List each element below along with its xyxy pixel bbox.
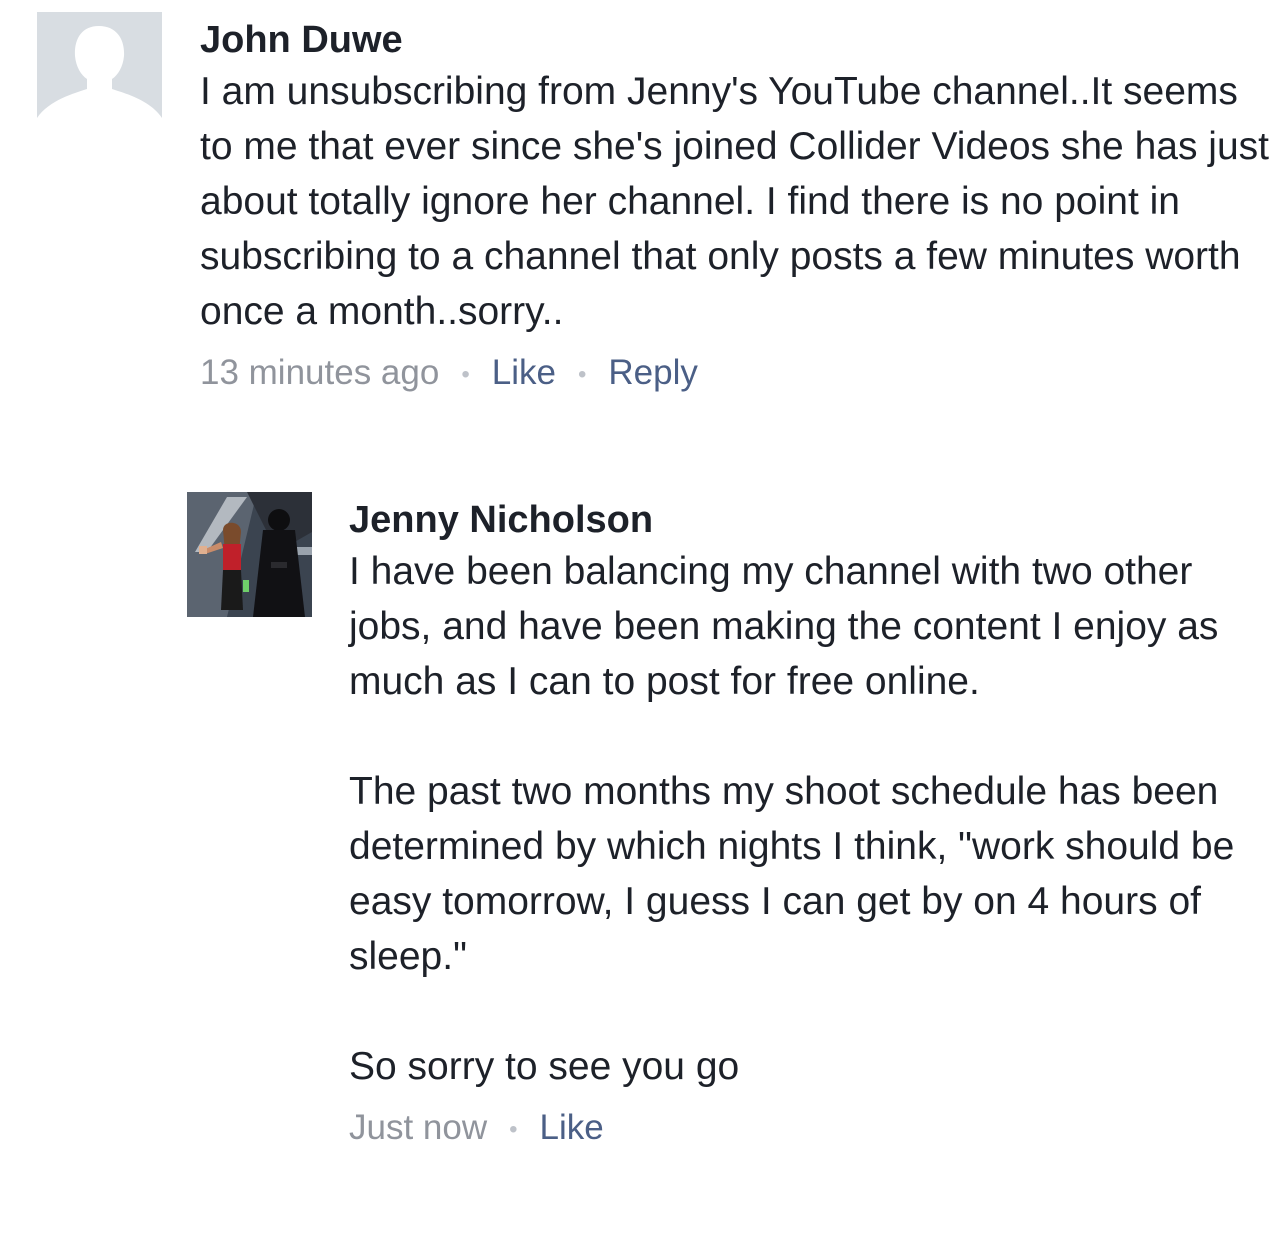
comment-text: I am unsubscribing from Jenny's YouTube … [200, 70, 1269, 333]
comment-timestamp[interactable]: Just now [349, 1108, 487, 1147]
like-link[interactable]: Like [540, 1108, 604, 1147]
comment-author[interactable]: Jenny Nicholson [349, 496, 1259, 544]
avatar[interactable] [187, 492, 312, 617]
like-link[interactable]: Like [492, 353, 556, 392]
comment-author[interactable]: John Duwe [200, 16, 1270, 64]
comment-timestamp[interactable]: 13 minutes ago [200, 353, 439, 392]
default-profile-silhouette-icon [37, 12, 162, 137]
separator-dot: • [577, 360, 587, 388]
comment-text: I have been balancing my channel with tw… [349, 550, 1235, 1088]
comment-body: John Duwe I am unsubscribing from Jenny'… [200, 16, 1270, 399]
comment-body: Jenny Nicholson I have been balancing my… [349, 496, 1259, 1154]
separator-dot: • [461, 360, 470, 388]
separator-dot: • [509, 1115, 518, 1143]
avatar[interactable] [37, 12, 162, 137]
reply-link[interactable]: Reply [608, 353, 697, 392]
comment-meta: 13 minutes ago • Like • Reply [200, 349, 1270, 399]
comment-meta: Just now • Like [349, 1104, 1259, 1154]
profile-photo [187, 492, 312, 617]
